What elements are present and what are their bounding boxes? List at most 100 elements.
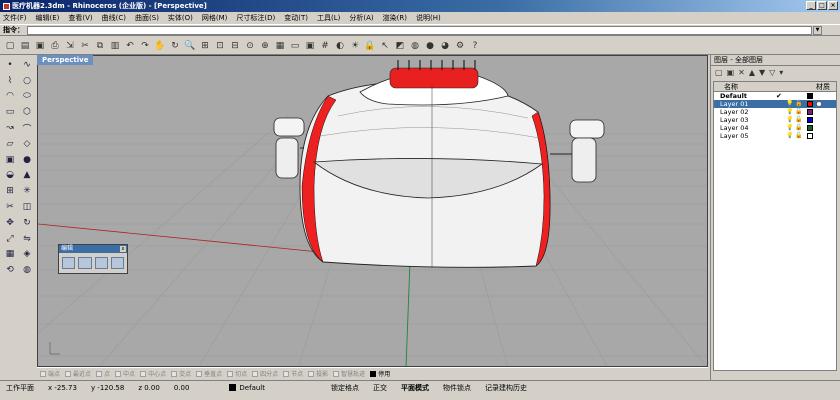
osnap-checkbox[interactable] xyxy=(65,370,72,377)
scale-icon[interactable]: ⤢ xyxy=(2,231,18,247)
boolean-icon[interactable]: ◒ xyxy=(2,168,18,184)
lock-icon[interactable]: 🔓 xyxy=(795,132,804,140)
zoom-selected-icon[interactable]: ⊟ xyxy=(228,39,242,53)
curve-icon[interactable]: ∿ xyxy=(19,57,35,73)
layer-color-swatch[interactable] xyxy=(807,109,813,115)
osnap-option[interactable]: 点 xyxy=(96,369,110,378)
settings-icon[interactable]: ⚙ xyxy=(453,39,467,53)
delete-layer-icon[interactable]: ✕ xyxy=(738,68,745,77)
rotate-view-icon[interactable]: ↻ xyxy=(168,39,182,53)
surface-icon[interactable]: ▱ xyxy=(2,136,18,152)
osnap-checkbox[interactable] xyxy=(252,370,259,377)
open-icon[interactable]: ▤ xyxy=(18,39,32,53)
close-button[interactable]: × xyxy=(828,1,838,10)
material-icon[interactable]: ◕ xyxy=(438,39,452,53)
status-cplane[interactable]: 工作平面 xyxy=(6,383,34,393)
layer-color-swatch[interactable] xyxy=(807,117,813,123)
cplane-icon[interactable]: ⊕ xyxy=(258,39,272,53)
planar-toggle[interactable]: 平面模式 xyxy=(401,383,429,393)
hide-icon[interactable]: ◐ xyxy=(333,39,347,53)
device-model[interactable] xyxy=(273,60,605,268)
move-icon[interactable]: ✥ xyxy=(2,215,18,231)
current-layer-check[interactable]: ✔ xyxy=(776,92,786,100)
osnap-option[interactable]: 交点 xyxy=(171,369,191,378)
move-down-icon[interactable]: ▼ xyxy=(759,68,765,77)
fillet-icon[interactable]: ⌒ xyxy=(19,120,35,136)
layer-row[interactable]: Layer 01 💡 🔓 xyxy=(714,100,836,108)
osnap-option[interactable]: 端点 xyxy=(40,369,60,378)
extrude-icon[interactable]: ▲ xyxy=(19,168,35,184)
menu-help[interactable]: 说明(H) xyxy=(416,13,441,23)
visibility-bulb-icon[interactable]: 💡 xyxy=(786,108,795,116)
render-tool-icon[interactable]: ◍ xyxy=(19,262,35,278)
ortho-toggle[interactable]: 正交 xyxy=(373,383,387,393)
new-sublayer-icon[interactable]: ▣ xyxy=(727,68,735,77)
zoom-icon[interactable]: 🔍 xyxy=(183,39,197,53)
trim-icon[interactable]: ✂ xyxy=(2,199,18,215)
ellipse-icon[interactable]: ⬭ xyxy=(19,89,35,105)
zoom-target-icon[interactable]: ⊙ xyxy=(243,39,257,53)
select-icon[interactable]: ↖ xyxy=(378,39,392,53)
lock-icon[interactable]: 🔓 xyxy=(795,124,804,132)
menu-surface[interactable]: 曲面(S) xyxy=(135,13,159,23)
maximize-button[interactable]: □ xyxy=(817,1,827,10)
osnap-option[interactable]: 智慧轨迹 xyxy=(333,369,365,378)
circle-icon[interactable]: ○ xyxy=(19,73,35,89)
slab-icon[interactable] xyxy=(78,257,92,269)
osnap-checkbox[interactable] xyxy=(333,370,340,377)
menu-transform[interactable]: 变动(T) xyxy=(284,13,308,23)
new-layer-icon[interactable]: ▢ xyxy=(715,68,723,77)
move-up-icon[interactable]: ▲ xyxy=(749,68,755,77)
box-icon[interactable]: ▣ xyxy=(2,152,18,168)
menu-file[interactable]: 文件(F) xyxy=(3,13,27,23)
osnap-option[interactable]: 垂直点 xyxy=(196,369,222,378)
render-icon[interactable]: ● xyxy=(423,39,437,53)
layer-row[interactable]: Default ✔ xyxy=(714,92,836,100)
lock-icon[interactable]: 🔓 xyxy=(795,100,804,108)
menu-mesh[interactable]: 网格(M) xyxy=(202,13,228,23)
join-icon[interactable]: ⊞ xyxy=(2,183,18,199)
polygon-icon[interactable]: ⬡ xyxy=(19,104,35,120)
new-icon[interactable]: ▢ xyxy=(3,39,17,53)
menu-view[interactable]: 查看(V) xyxy=(68,13,92,23)
osnap-checkbox[interactable] xyxy=(283,370,290,377)
explode-icon[interactable]: ✳ xyxy=(19,183,35,199)
layer-row[interactable]: Layer 02 💡 🔓 xyxy=(714,108,836,116)
layer-row[interactable]: Layer 03 💡 🔓 xyxy=(714,116,836,124)
menu-curve[interactable]: 曲线(C) xyxy=(102,13,126,23)
sphere-icon[interactable]: ● xyxy=(19,152,35,168)
object-snap-toggle[interactable]: 物件锁点 xyxy=(443,383,471,393)
bar-icon[interactable] xyxy=(110,257,124,269)
layer-icon[interactable]: ◩ xyxy=(393,39,407,53)
visibility-bulb-icon[interactable]: 💡 xyxy=(786,132,795,140)
undo-icon[interactable]: ↶ xyxy=(123,39,137,53)
patch-icon[interactable]: ◈ xyxy=(19,247,35,263)
lock-icon[interactable]: 🔓 xyxy=(795,108,804,116)
command-history-dropdown[interactable]: ▼ xyxy=(813,25,822,35)
osnap-option[interactable]: 最近点 xyxy=(65,369,91,378)
osnap-option[interactable]: 节点 xyxy=(283,369,303,378)
material-icon[interactable] xyxy=(816,101,822,107)
visibility-bulb-icon[interactable]: 💡 xyxy=(786,116,795,124)
osnap-checkbox[interactable] xyxy=(196,370,203,377)
col-name[interactable]: 名称 xyxy=(714,82,802,91)
osnap-checkbox[interactable] xyxy=(115,370,122,377)
curve-edit-icon[interactable]: ↝ xyxy=(2,120,18,136)
visibility-bulb-icon[interactable]: 💡 xyxy=(786,100,795,108)
osnap-option[interactable]: 投影 xyxy=(308,369,328,378)
osnap-checkbox[interactable] xyxy=(370,370,377,377)
light-icon[interactable]: ☀ xyxy=(348,39,362,53)
command-input[interactable] xyxy=(27,25,812,35)
osnap-option[interactable]: 停用 xyxy=(370,369,390,378)
copy-icon[interactable]: ⧉ xyxy=(93,39,107,53)
status-layer[interactable]: Default xyxy=(229,384,265,392)
model-canvas[interactable] xyxy=(38,56,708,367)
layer-color-swatch[interactable] xyxy=(807,101,813,107)
history-toggle[interactable]: 记录建构历史 xyxy=(485,383,527,393)
osnap-checkbox[interactable] xyxy=(171,370,178,377)
box-edit-icon[interactable] xyxy=(62,257,76,269)
help-icon[interactable]: ? xyxy=(468,39,482,53)
osnap-checkbox[interactable] xyxy=(40,370,46,377)
pan-icon[interactable]: ✋ xyxy=(153,39,167,53)
paste-icon[interactable]: ▥ xyxy=(108,39,122,53)
